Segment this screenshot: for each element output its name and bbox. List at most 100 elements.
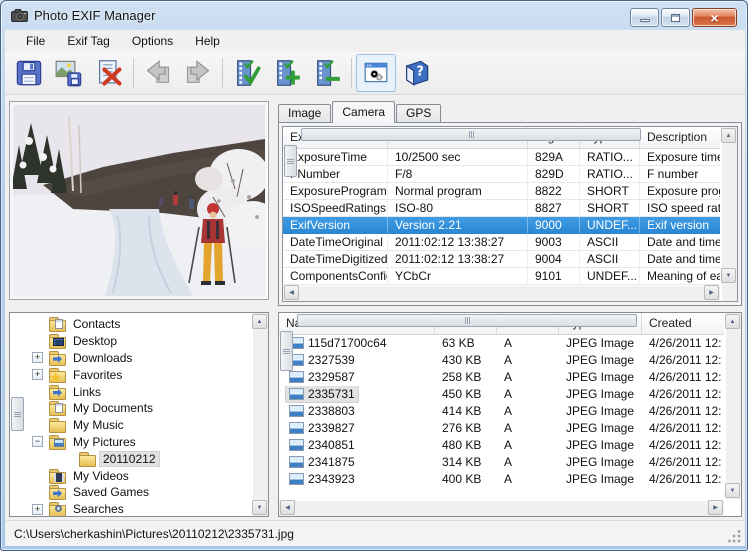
vscroll-thumb[interactable] bbox=[284, 145, 297, 177]
tree-item[interactable]: My Videos bbox=[10, 467, 268, 484]
delete-list-button[interactable] bbox=[89, 54, 129, 92]
image-file-icon bbox=[289, 439, 304, 451]
file-row[interactable]: 2343923 400 KB A JPEG Image 4/26/2011 12… bbox=[279, 471, 724, 488]
file-row[interactable]: 2329587 258 KB A JPEG Image 4/26/2011 12… bbox=[279, 369, 724, 386]
file-created-cell: 4/26/2011 12: bbox=[642, 437, 724, 454]
file-row[interactable]: 2335731 450 KB A JPEG Image 4/26/2011 12… bbox=[279, 386, 724, 403]
tree-item-label: Searches bbox=[70, 502, 127, 516]
photo-preview bbox=[9, 101, 269, 300]
file-type-cell: JPEG Image bbox=[559, 420, 642, 437]
tree-item[interactable]: Links bbox=[10, 383, 268, 400]
vscroll-thumb[interactable] bbox=[11, 397, 24, 431]
exif-table-row[interactable]: ExposureTime 10/2500 sec 829A RATIO... E… bbox=[283, 149, 720, 166]
exif-name-cell: ExposureTime bbox=[283, 149, 388, 165]
tree-item[interactable]: + Searches bbox=[10, 501, 268, 517]
menu-item[interactable]: File bbox=[15, 32, 56, 50]
tree-item[interactable]: My Documents bbox=[10, 400, 268, 417]
file-name-cell: 2335731 bbox=[279, 386, 435, 403]
file-row[interactable]: 2327539 430 KB A JPEG Image 4/26/2011 12… bbox=[279, 352, 724, 369]
exif-hscrollbar[interactable] bbox=[283, 286, 720, 301]
menu-item[interactable]: Help bbox=[184, 32, 231, 50]
remove-exif-tag-button[interactable] bbox=[307, 54, 347, 92]
menu-item[interactable]: Exif Tag bbox=[56, 32, 120, 50]
expand-toggle[interactable]: + bbox=[32, 504, 43, 515]
tree-item[interactable]: Contacts bbox=[10, 316, 268, 333]
file-row[interactable]: 2341875 314 KB A JPEG Image 4/26/2011 12… bbox=[279, 454, 724, 471]
close-button[interactable]: × bbox=[692, 8, 737, 27]
scroll-down-button[interactable]: ▼ bbox=[721, 268, 736, 283]
folder-icon bbox=[49, 385, 66, 399]
scroll-right-button[interactable]: ▶ bbox=[704, 285, 719, 300]
file-created-cell: 4/26/2011 12: bbox=[642, 369, 724, 386]
file-row[interactable]: 2339827 276 KB A JPEG Image 4/26/2011 12… bbox=[279, 420, 724, 437]
maximize-button[interactable] bbox=[661, 8, 690, 27]
file-type-cell: JPEG Image bbox=[559, 471, 642, 488]
thumb-grip bbox=[467, 317, 468, 324]
exif-table-row[interactable]: DateTimeDigitized 2011:02:12 13:38:27 90… bbox=[283, 251, 720, 268]
file-row[interactable]: 2340851 480 KB A JPEG Image 4/26/2011 12… bbox=[279, 437, 724, 454]
file-attributes-cell: A bbox=[497, 471, 559, 488]
exif-type-cell: UNDEF... bbox=[580, 217, 640, 233]
tree-item[interactable]: + Downloads bbox=[10, 350, 268, 367]
save-button[interactable] bbox=[9, 54, 49, 92]
options-button[interactable] bbox=[356, 54, 396, 92]
tree-rows: Contacts Desktop + Downloads bbox=[10, 313, 268, 517]
scroll-down-button[interactable]: ▼ bbox=[725, 483, 740, 498]
help-button[interactable]: ? bbox=[396, 54, 436, 92]
tree-item[interactable]: My Music bbox=[10, 417, 268, 434]
save-image-button[interactable] bbox=[49, 54, 89, 92]
scroll-up-button[interactable]: ▲ bbox=[725, 314, 740, 329]
tree-item[interactable]: + Favorites bbox=[10, 366, 268, 383]
tree-vscrollbar[interactable] bbox=[253, 313, 268, 516]
exif-table-row[interactable]: ComponentsConfig... YCbCr 9101 UNDEF... … bbox=[283, 268, 720, 285]
tab-camera[interactable]: Camera bbox=[332, 101, 395, 123]
exif-name-cell: FNumber bbox=[283, 166, 388, 182]
resize-grip[interactable] bbox=[728, 530, 741, 543]
exif-table-row[interactable]: ISOSpeedRatings ISO-80 8827 SHORT ISO sp… bbox=[283, 200, 720, 217]
exif-table-row[interactable]: ExposureProgram Normal program 8822 SHOR… bbox=[283, 183, 720, 200]
close-icon: × bbox=[710, 11, 718, 25]
exif-table-row[interactable]: DateTimeOriginal 2011:02:12 13:38:27 900… bbox=[283, 234, 720, 251]
column-header[interactable]: Created bbox=[642, 313, 724, 334]
exif-desc-cell: ISO speed rating bbox=[640, 200, 720, 216]
minimize-button[interactable] bbox=[630, 8, 659, 27]
exif-type-cell: ASCII bbox=[580, 234, 640, 250]
exif-value-cell: YCbCr bbox=[388, 268, 528, 284]
scroll-up-button[interactable]: ▲ bbox=[252, 314, 267, 329]
scroll-down-button[interactable]: ▼ bbox=[252, 500, 267, 515]
exif-table-row[interactable]: FNumber F/8 829D RATIO... F number bbox=[283, 166, 720, 183]
menu-item[interactable]: Options bbox=[121, 32, 184, 50]
next-image-button[interactable] bbox=[178, 54, 218, 92]
expand-toggle[interactable]: + bbox=[32, 369, 43, 380]
exif-table-row[interactable]: ExifVersion Version 2.21 9000 UNDEF... E… bbox=[283, 217, 720, 234]
tree-item[interactable]: − My Pictures bbox=[10, 434, 268, 451]
add-exif-tag-button[interactable] bbox=[267, 54, 307, 92]
title-bar[interactable]: Photo EXIF Manager × bbox=[1, 1, 747, 30]
file-row[interactable]: 2338803 414 KB A JPEG Image 4/26/2011 12… bbox=[279, 403, 724, 420]
tree-item[interactable]: 20110212 bbox=[10, 450, 268, 467]
file-hscrollbar[interactable] bbox=[279, 501, 724, 516]
hscroll-thumb[interactable] bbox=[301, 128, 641, 141]
apply-exif-tags-button[interactable] bbox=[227, 54, 267, 92]
hscroll-thumb[interactable] bbox=[297, 314, 637, 327]
expand-toggle[interactable]: − bbox=[32, 436, 43, 447]
previous-image-button[interactable] bbox=[138, 54, 178, 92]
scroll-left-button[interactable]: ◀ bbox=[280, 500, 295, 515]
scroll-left-button[interactable]: ◀ bbox=[284, 285, 299, 300]
file-attributes-cell: A bbox=[497, 386, 559, 403]
file-vscrollbar[interactable] bbox=[726, 313, 741, 499]
scroll-up-button[interactable]: ▲ bbox=[721, 128, 736, 143]
file-row[interactable]: 115d71700c64 63 KB A JPEG Image 4/26/201… bbox=[279, 335, 724, 352]
tab-gps[interactable]: GPS bbox=[396, 104, 441, 122]
vscroll-thumb[interactable] bbox=[280, 331, 293, 371]
expand-toggle[interactable]: + bbox=[32, 352, 43, 363]
tree-item[interactable]: Saved Games bbox=[10, 484, 268, 501]
exif-value-cell: Version 2.21 bbox=[388, 217, 528, 233]
column-header[interactable]: Description bbox=[640, 127, 720, 148]
file-name-cell: 2338803 bbox=[279, 403, 435, 420]
scroll-right-button[interactable]: ▶ bbox=[708, 500, 723, 515]
tab-image[interactable]: Image bbox=[278, 104, 331, 122]
tree-item[interactable]: Desktop bbox=[10, 333, 268, 350]
exif-tag-cell: 8827 bbox=[528, 200, 580, 216]
exif-value-cell: 2011:02:12 13:38:27 bbox=[388, 234, 528, 250]
